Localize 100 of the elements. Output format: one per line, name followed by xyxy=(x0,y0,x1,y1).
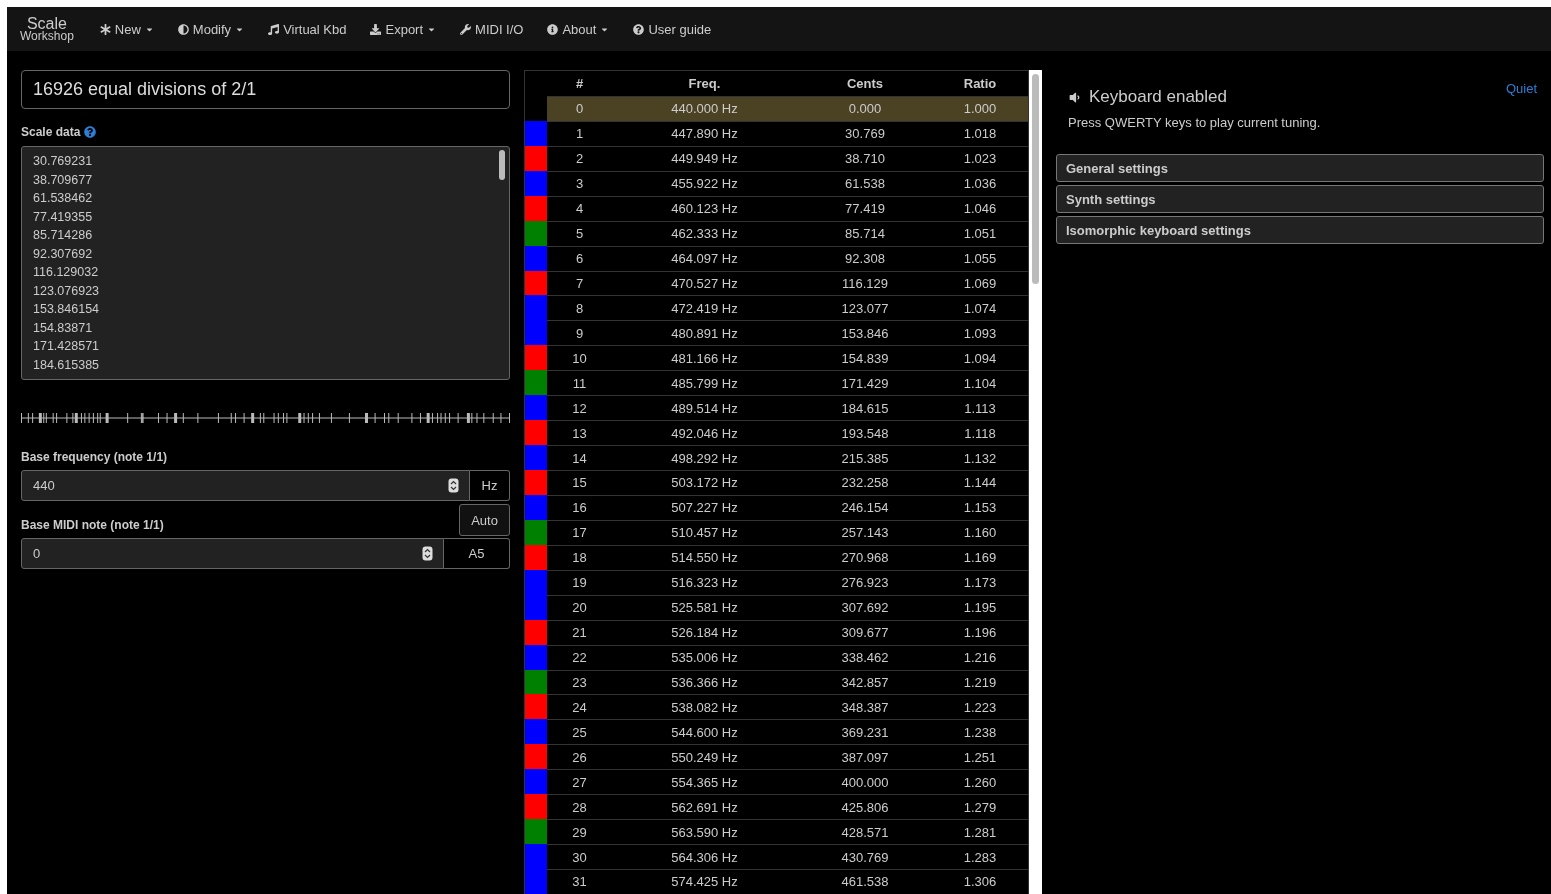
table-cell-text: 1.144 xyxy=(962,475,998,491)
table-cell-text: 6 xyxy=(574,251,585,267)
table-cell-text: 11 xyxy=(571,375,588,391)
table-cell-text: 27 xyxy=(571,774,588,790)
table-cell-text: 92.308 xyxy=(844,251,886,267)
column-header: Ratio xyxy=(962,75,998,91)
settings-panel-header[interactable]: General settings xyxy=(1056,154,1544,182)
quiet-link[interactable]: Quiet xyxy=(1505,81,1537,96)
tuning-row[interactable]: 28 562.691 Hz 425.806 1.279 xyxy=(525,794,1028,820)
table-cell-text: 61.538 xyxy=(844,176,886,192)
tuning-row[interactable]: 1 447.890 Hz 30.769 1.018 xyxy=(525,120,1028,146)
field-label: Base frequency (note 1/1) xyxy=(21,450,168,464)
table-cell-text: 1.279 xyxy=(962,799,998,815)
table-cell-text: 1.219 xyxy=(962,674,998,690)
table-cell-text: 485.799 Hz xyxy=(670,375,739,391)
keyboard-status-title: Keyboard enabled xyxy=(1089,87,1227,107)
note-name-label: A5 xyxy=(444,538,510,569)
base-midi-field[interactable]: 0 xyxy=(21,538,444,569)
tuning-row[interactable]: 8 472.419 Hz 123.077 1.074 xyxy=(525,295,1028,321)
table-cell-text: 425.806 xyxy=(840,799,890,815)
tuning-row[interactable]: 30 564.306 Hz 430.769 1.283 xyxy=(525,844,1028,869)
table-cell-text: 342.857 xyxy=(840,674,890,690)
table-cell-text: 470.527 Hz xyxy=(670,275,739,291)
table-cell-text: 1.169 xyxy=(962,550,998,566)
tuning-row[interactable]: 11 485.799 Hz 171.429 1.104 xyxy=(525,370,1028,396)
table-cell-text: 554.365 Hz xyxy=(670,774,739,790)
table-cell-text: 215.385 xyxy=(840,450,890,466)
table-cell-text: 0.000 xyxy=(847,101,883,117)
tuning-row[interactable]: 21 526.184 Hz 309.677 1.196 xyxy=(525,619,1028,645)
tuning-row[interactable]: 4 460.123 Hz 77.419 1.046 xyxy=(525,195,1028,221)
tuning-row[interactable]: 19 516.323 Hz 276.923 1.173 xyxy=(525,569,1028,595)
tuning-row[interactable]: 15 503.172 Hz 232.258 1.144 xyxy=(525,470,1028,495)
column-header: # xyxy=(574,75,585,91)
tuning-row[interactable]: 29 563.590 Hz 428.571 1.281 xyxy=(525,819,1028,845)
tuning-row[interactable]: 7 470.527 Hz 116.129 1.069 xyxy=(525,270,1028,296)
table-cell-text: 38.710 xyxy=(844,151,886,167)
table-cell-text: 507.227 Hz xyxy=(670,500,739,516)
table-cell-text: 400.000 xyxy=(840,774,890,790)
nav-menu-item[interactable]: MIDI I/O xyxy=(448,21,536,37)
nav-menu-item[interactable]: Export xyxy=(358,21,449,37)
spinner-icon[interactable] xyxy=(422,546,433,561)
table-cell-text: 338.462 xyxy=(840,650,890,666)
base-frequency-field[interactable]: 440 xyxy=(21,470,470,501)
tuning-row[interactable]: 22 535.006 Hz 338.462 1.216 xyxy=(525,644,1028,670)
tuning-row[interactable]: 20 525.581 Hz 307.692 1.195 xyxy=(525,594,1028,620)
tuning-row[interactable]: 24 538.082 Hz 348.387 1.223 xyxy=(525,694,1028,720)
table-cell-text: 5 xyxy=(574,226,585,242)
tuning-row[interactable]: 5 462.333 Hz 85.714 1.051 xyxy=(525,220,1028,246)
nav-menu-item[interactable]: User guide xyxy=(621,21,724,37)
table-cell-text: 1.046 xyxy=(962,201,998,217)
scale-data-field[interactable]: 30.769231 38.709677 61.538462 77.419355 85.714286 92.307692 116.129032 123.076923 153.846154 154.83871 171.428571 184.615385 xyxy=(21,146,510,380)
tuning-row[interactable]: 31 574.425 Hz 461.538 1.306 xyxy=(525,869,1028,894)
music-note-icon xyxy=(268,23,280,35)
tuning-row[interactable]: 10 481.166 Hz 154.839 1.094 xyxy=(525,345,1028,371)
table-cell-text: 1.306 xyxy=(962,874,998,890)
help-icon[interactable] xyxy=(84,126,97,138)
scrollbar-thumb[interactable] xyxy=(1032,74,1039,284)
tuning-row[interactable]: 6 464.097 Hz 92.308 1.055 xyxy=(525,245,1028,271)
tuning-row[interactable]: 17 510.457 Hz 257.143 1.160 xyxy=(525,519,1028,545)
nav-menu-item[interactable]: Virtual Kbd xyxy=(256,21,359,37)
settings-panel-header[interactable]: Isomorphic keyboard settings xyxy=(1056,216,1544,244)
spinner-icon[interactable] xyxy=(448,478,459,493)
table-cell-text: 85.714 xyxy=(844,226,886,242)
tuning-row[interactable]: 25 544.600 Hz 369.231 1.238 xyxy=(525,719,1028,745)
table-cell-text: 10 xyxy=(571,350,588,366)
table-cell-text: 309.677 xyxy=(840,625,890,641)
tuning-row[interactable]: 0 440.000 Hz 0.000 1.000 xyxy=(525,95,1028,121)
tuning-row[interactable]: 18 514.550 Hz 270.968 1.169 xyxy=(525,544,1028,570)
table-cell-text: 525.581 Hz xyxy=(670,600,739,616)
tuning-row[interactable]: 23 536.366 Hz 342.857 1.219 xyxy=(525,669,1028,695)
scale-name-field[interactable]: 16926 equal divisions of 2/1 xyxy=(21,70,510,109)
table-cell-text: 21 xyxy=(571,625,588,641)
table-cell-text: 536.366 Hz xyxy=(670,674,739,690)
settings-panel-header[interactable]: Synth settings xyxy=(1056,185,1544,213)
table-cell-text: 526.184 Hz xyxy=(670,625,739,641)
tuning-row[interactable]: 27 554.365 Hz 400.000 1.260 xyxy=(525,769,1028,795)
table-cell-text: 447.890 Hz xyxy=(670,126,739,142)
tuning-row[interactable]: 3 455.922 Hz 61.538 1.036 xyxy=(525,170,1028,196)
table-cell-text: 15 xyxy=(571,475,588,491)
tuning-row[interactable]: 12 489.514 Hz 184.615 1.113 xyxy=(525,395,1028,421)
scrollbar-thumb[interactable] xyxy=(499,150,505,180)
table-cell-text: 2 xyxy=(574,151,585,167)
tuning-row[interactable]: 9 480.891 Hz 153.846 1.093 xyxy=(525,320,1028,346)
nav-menu-item[interactable]: New xyxy=(87,21,166,37)
nav-menu-item[interactable]: About xyxy=(535,21,622,37)
asterisk-icon xyxy=(99,23,111,35)
brand-logo[interactable]: Scale Workshop xyxy=(20,16,74,42)
tuning-row[interactable]: 14 498.292 Hz 215.385 1.132 xyxy=(525,445,1028,470)
table-cell-text: 369.231 xyxy=(840,724,890,740)
table-cell-text: 480.891 Hz xyxy=(670,325,739,341)
tuning-row[interactable]: 26 550.249 Hz 387.097 1.251 xyxy=(525,744,1028,770)
nav-menu-item[interactable]: Modify xyxy=(165,21,257,37)
table-cell-text: 28 xyxy=(571,799,588,815)
table-cell-text: 348.387 xyxy=(840,699,890,715)
table-cell-text: 3 xyxy=(574,176,585,192)
tuning-row[interactable]: 2 449.949 Hz 38.710 1.023 xyxy=(525,145,1028,171)
tuning-row[interactable]: 13 492.046 Hz 193.548 1.118 xyxy=(525,420,1028,446)
auto-button[interactable]: Auto xyxy=(459,504,510,536)
table-cell-text: 440.000 Hz xyxy=(670,101,739,117)
tuning-row[interactable]: 16 507.227 Hz 246.154 1.153 xyxy=(525,494,1028,520)
